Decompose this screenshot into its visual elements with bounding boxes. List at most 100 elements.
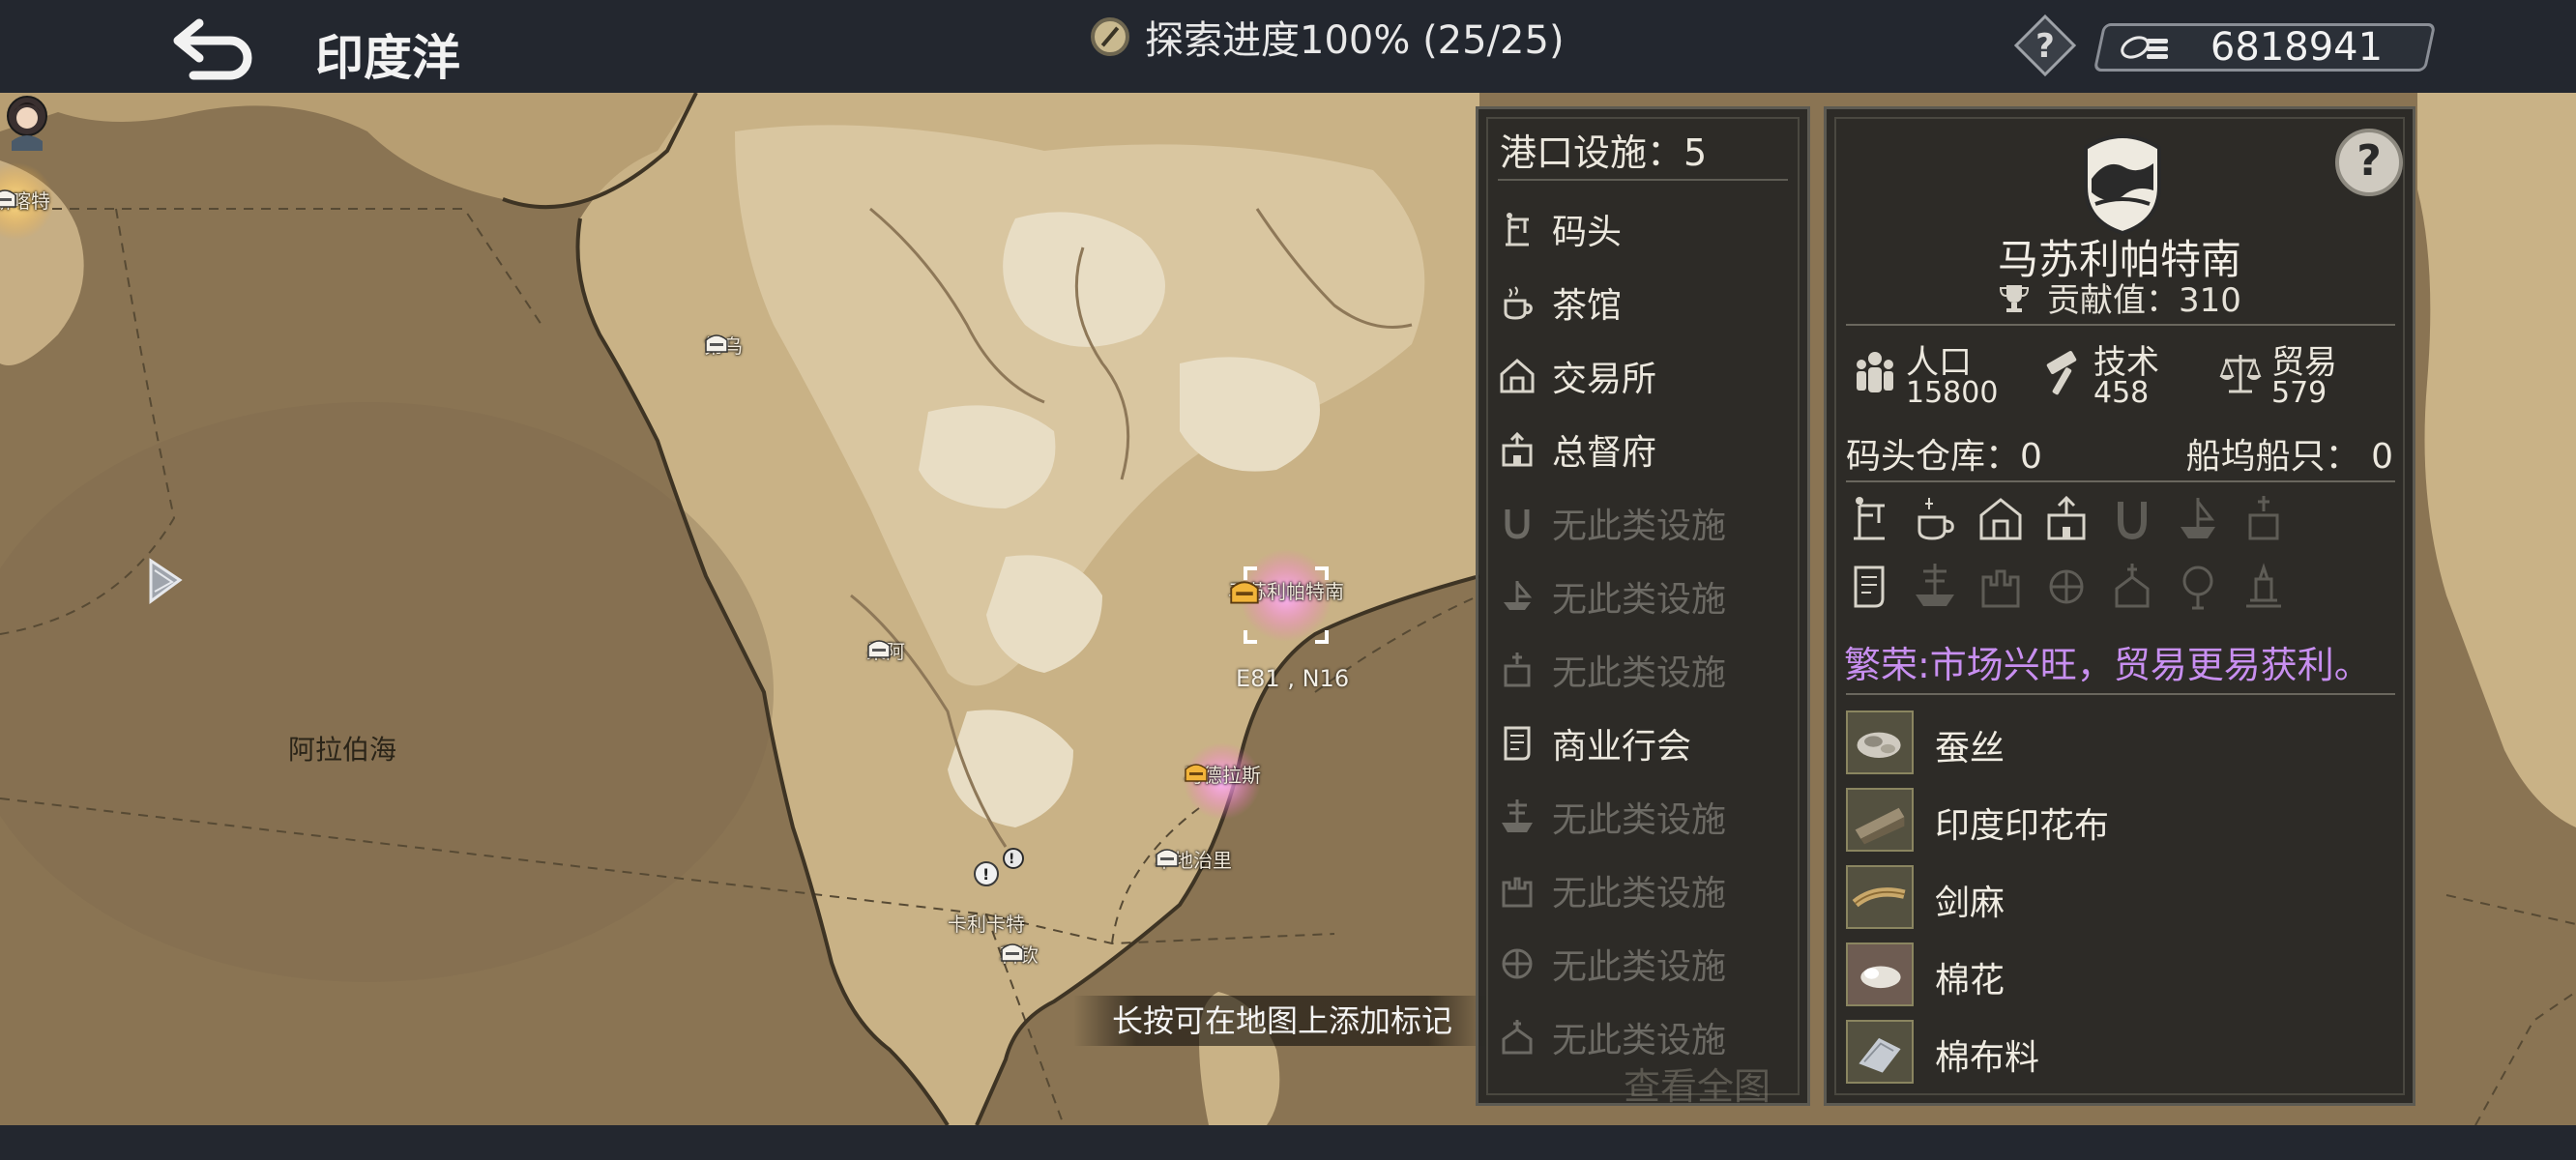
port-building-icon — [1230, 581, 1259, 604]
dock-icon — [1854, 497, 1885, 540]
port-building-icon — [1156, 849, 1179, 867]
dock-icon — [1506, 213, 1529, 246]
shipyard-icon — [1504, 581, 1533, 610]
city-marker[interactable]: 卡利卡特 — [948, 887, 1025, 937]
currency-value: 6818941 — [2210, 25, 2384, 70]
trophy-icon — [2000, 285, 2030, 312]
facility-dock[interactable]: 码头 — [1498, 198, 1788, 260]
prosperity-status: 繁荣:市场兴旺，贸易更易获利。 — [1844, 644, 2371, 686]
ship-icon — [1502, 799, 1533, 832]
shipyard-icon — [2181, 498, 2215, 538]
bottom-bar — [0, 1125, 2576, 1160]
silk-icon — [1846, 710, 1914, 774]
stat-value: 579 — [2271, 376, 2327, 410]
contribution-value: 贡献值：310 — [1827, 274, 2413, 321]
facilities-count: 港口设施：5 — [1500, 131, 1708, 174]
port-building-icon — [1185, 764, 1208, 782]
facility-label: 无此类设施 — [1552, 947, 1727, 987]
stat-value: 458 — [2093, 376, 2150, 410]
goods-item[interactable]: 棉布料 — [1846, 1016, 2387, 1088]
city-marker[interactable]: 马德拉斯 — [1184, 760, 1261, 788]
port-building-icon — [0, 189, 16, 208]
sea-label: 阿拉伯海 — [288, 734, 397, 766]
city-label: 卡利卡特 — [948, 913, 1025, 936]
scales-icon — [2219, 355, 2262, 393]
port-building-icon — [1001, 943, 1024, 962]
divider — [1846, 480, 2395, 482]
guild-icon — [1854, 566, 1885, 608]
city-info-panel: ? 马苏利帕特南 贡献值：310 人口 15800 技术 458 贸易 579 … — [1824, 106, 2415, 1106]
svg-text:?: ? — [2035, 27, 2055, 66]
exploration-progress: 探索进度100% (25/25) — [1091, 8, 1565, 66]
dock-storage: 码头仓库：0 — [1846, 437, 2042, 477]
tree-icon — [2182, 566, 2213, 610]
city-marker[interactable]: 本地治里 — [1155, 845, 1232, 873]
facility-label: 无此类设施 — [1552, 800, 1727, 840]
facility-label: 无此类设施 — [1552, 507, 1727, 546]
chapel-icon — [1502, 1020, 1533, 1055]
castle-icon — [1981, 569, 2020, 608]
divider — [1846, 324, 2395, 326]
chintz-icon — [1846, 788, 1914, 852]
facility-label: 总督府 — [1552, 433, 1657, 473]
coins-icon — [2121, 36, 2168, 59]
view-full-map-button[interactable]: 查看全图 — [1624, 1057, 1771, 1110]
horseshoe-icon — [2118, 502, 2147, 540]
goods-item[interactable]: 棉花 — [1846, 939, 2387, 1010]
facility-guild[interactable]: 商业行会 — [1498, 712, 1788, 774]
waypoint-spacer — [974, 887, 999, 905]
monument-icon — [2246, 563, 2281, 608]
port-facilities-panel: 港口设施：5 码头 茶馆 交易所 总督府 无此类设施 无此类设施 无此类设施 商… — [1476, 106, 1810, 1108]
governor-icon — [2047, 495, 2086, 540]
port-building-icon — [705, 334, 728, 353]
city-help-button[interactable]: ? — [2335, 129, 2403, 196]
exchange-icon — [1500, 359, 1535, 393]
goods-item[interactable]: 印度印花布 — [1846, 784, 2387, 856]
divider — [1846, 693, 2395, 695]
castle-icon — [1502, 877, 1533, 908]
goods-item[interactable]: 剑麻 — [1846, 861, 2387, 933]
exchange-icon — [1979, 498, 2022, 540]
facility-label: 茶馆 — [1552, 286, 1623, 326]
facility-exchange[interactable]: 交易所 — [1498, 345, 1788, 407]
goods-label: 剑麻 — [1935, 884, 2005, 923]
facility-teahouse[interactable]: 茶馆 — [1498, 272, 1788, 334]
church-icon — [2248, 496, 2279, 540]
facility-label: 无此类设施 — [1552, 580, 1727, 620]
facility-governor[interactable]: 总督府 — [1498, 419, 1788, 480]
cotton-cloth-icon — [1846, 1020, 1914, 1084]
facility-empty: 无此类设施 — [1498, 786, 1788, 848]
city-marker[interactable]: 斯喀特 — [0, 186, 50, 214]
stat-value: 15800 — [1906, 376, 1999, 410]
port-building-icon — [867, 640, 891, 658]
facility-empty: 无此类设施 — [1498, 933, 1788, 995]
back-button[interactable] — [170, 15, 257, 83]
goods-label: 棉花 — [1935, 961, 2005, 1000]
city-marker[interactable]: 科钦 — [1000, 940, 1039, 968]
goods-item[interactable]: 蚕丝 — [1846, 707, 2387, 778]
goods-label: 印度印花布 — [1935, 806, 2110, 846]
population-icon — [1857, 352, 1893, 392]
help-button[interactable]: ? — [2013, 14, 2077, 77]
goods-label: 棉布料 — [1935, 1038, 2040, 1078]
temple-icon — [2049, 569, 2084, 604]
city-marker[interactable]: 果阿 — [866, 636, 905, 664]
compass-icon — [1091, 17, 1129, 56]
city-marker-selected[interactable]: 马苏利帕特南 — [1228, 576, 1344, 604]
svg-text:!: ! — [1009, 852, 1014, 867]
guild-icon — [1504, 726, 1531, 761]
teahouse-icon — [1917, 498, 1954, 540]
question-icon: ? — [2013, 14, 2077, 77]
facility-label: 无此类设施 — [1552, 653, 1727, 693]
ship-icon — [1916, 564, 1954, 606]
city-marker[interactable]: 第乌 — [704, 331, 743, 359]
facility-label: 无此类设施 — [1552, 874, 1727, 914]
facility-empty: 无此类设施 — [1498, 859, 1788, 921]
governor-icon — [1502, 431, 1533, 467]
hammer-icon — [2046, 351, 2077, 395]
teahouse-icon — [1504, 286, 1533, 320]
player-avatar-icon[interactable] — [0, 93, 54, 151]
city-crest-icon — [2084, 134, 2161, 236]
shipyard-ships: 船坞船只： 0 — [2185, 437, 2393, 477]
facility-label: 商业行会 — [1552, 727, 1692, 767]
